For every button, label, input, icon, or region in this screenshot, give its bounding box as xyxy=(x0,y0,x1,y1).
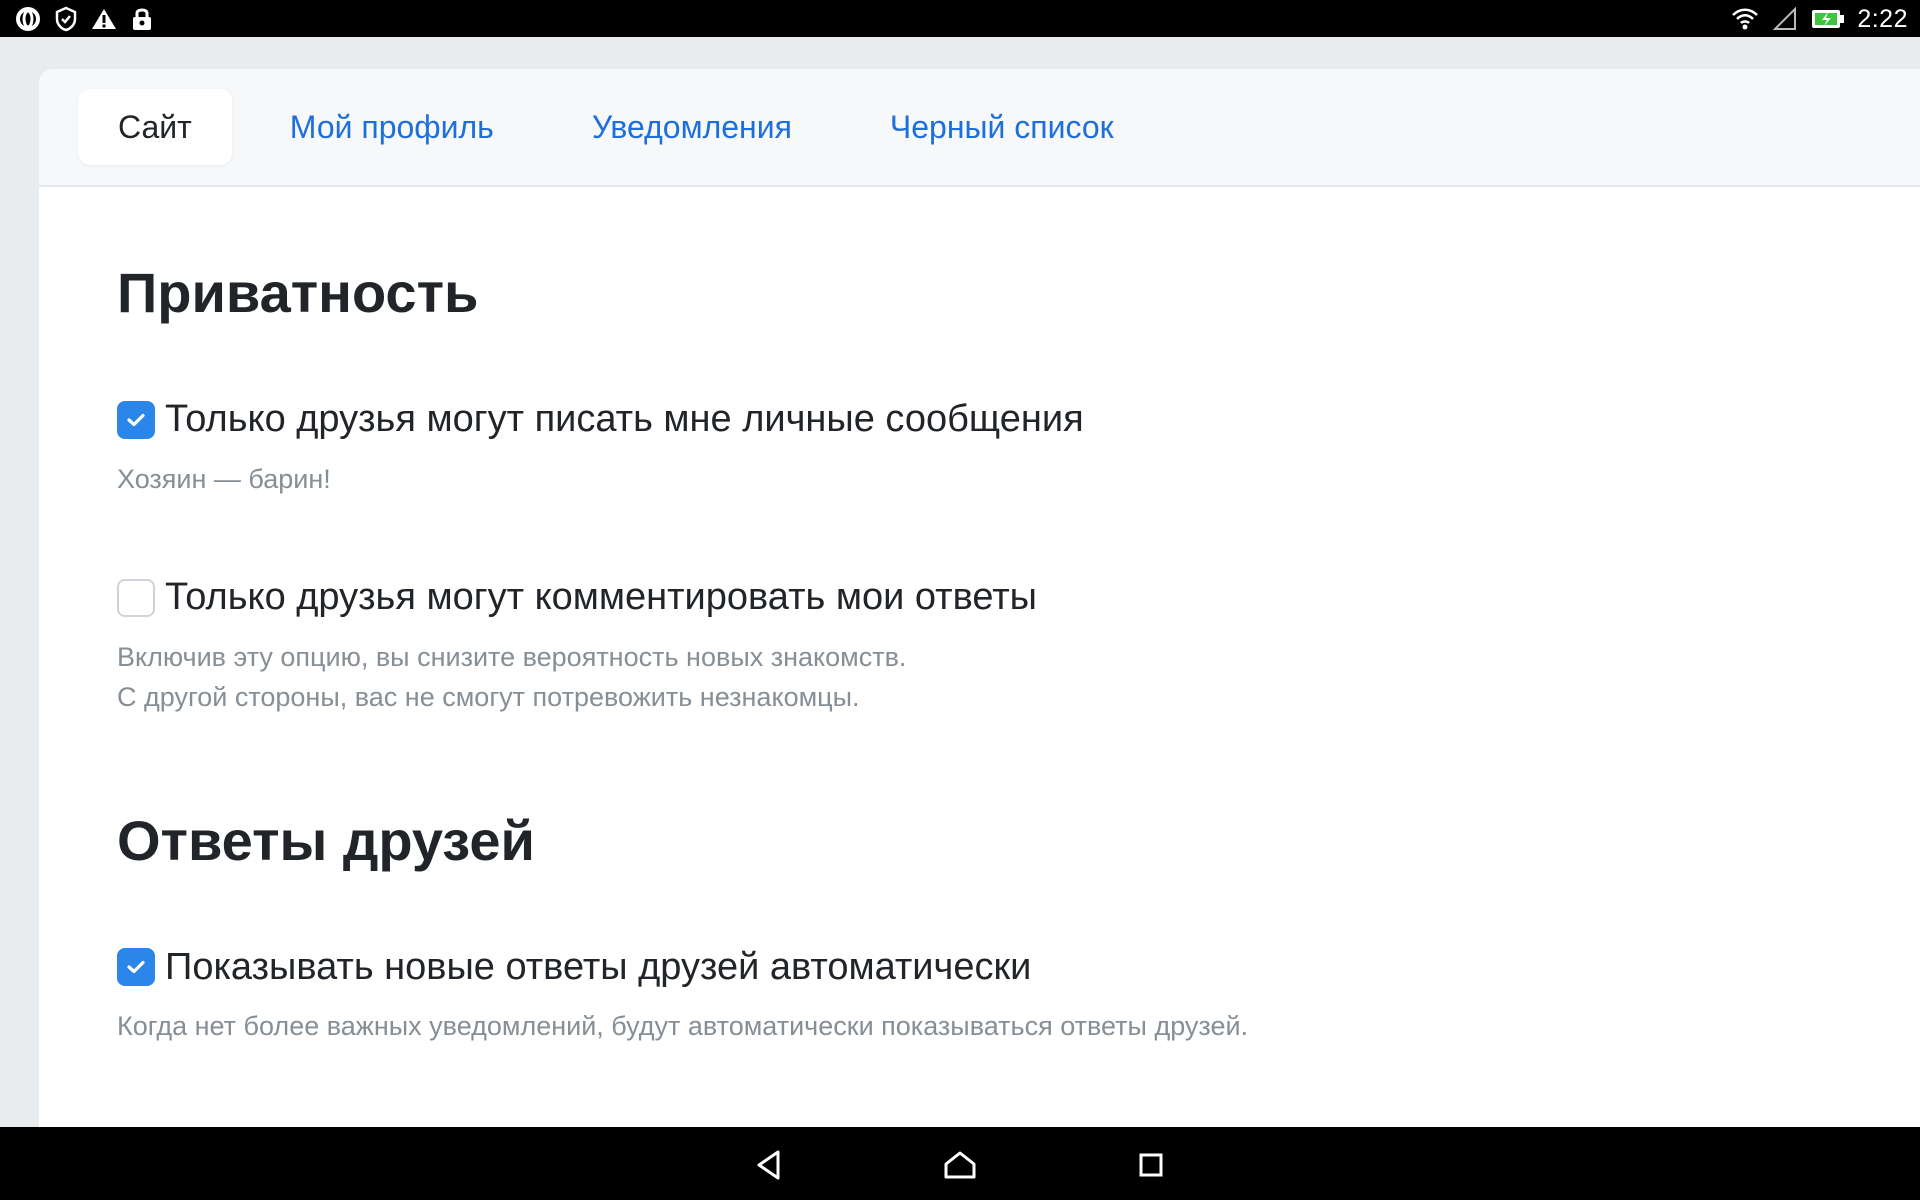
checkbox-friends-only-comments[interactable] xyxy=(117,578,155,617)
tab-notifications[interactable]: Уведомления xyxy=(552,89,832,165)
hint-line: Включив эту опцию, вы снизите вероятност… xyxy=(117,641,907,672)
section-friends-answers: Ответы друзей Показывать новые ответы др… xyxy=(117,808,1920,1047)
option-hint: Когда нет более важных уведомлений, буду… xyxy=(117,1006,1920,1046)
shield-check-icon xyxy=(52,5,80,33)
option-friends-only-messages: Только друзья могут писать мне личные со… xyxy=(117,398,1920,499)
status-time: 2:22 xyxy=(1857,4,1908,33)
lock-icon xyxy=(128,5,156,33)
checkbox-friends-only-messages[interactable] xyxy=(117,400,155,439)
settings-card: Сайт Мой профиль Уведомления Черный спис… xyxy=(39,69,1920,1127)
battery-charging-icon xyxy=(1811,5,1845,33)
checkbox-auto-show-friends-answers[interactable] xyxy=(117,948,155,987)
option-row: Только друзья могут комментировать мои о… xyxy=(117,576,1920,619)
section-title-friends-answers: Ответы друзей xyxy=(117,808,535,872)
signal-icon xyxy=(1771,5,1799,33)
navigation-bar xyxy=(0,1127,1920,1200)
hint-line: Хозяин — барин! xyxy=(117,463,331,494)
home-icon xyxy=(944,1151,976,1179)
option-row: Только друзья могут писать мне личные со… xyxy=(117,398,1920,441)
tab-my-profile[interactable]: Мой профиль xyxy=(250,89,534,165)
option-hint: Включив эту опцию, вы снизите вероятност… xyxy=(117,637,1920,717)
tab-blacklist[interactable]: Черный список xyxy=(850,89,1154,165)
hint-line: Когда нет более важных уведомлений, буду… xyxy=(117,1011,1249,1042)
wifi-icon xyxy=(1731,5,1759,33)
option-label[interactable]: Только друзья могут писать мне личные со… xyxy=(165,398,1084,441)
recents-button[interactable] xyxy=(1131,1145,1171,1185)
back-icon xyxy=(757,1150,780,1180)
recents-icon xyxy=(1139,1153,1163,1177)
status-icons-right: 2:22 xyxy=(1731,4,1908,34)
option-friends-only-comments: Только друзья могут комментировать мои о… xyxy=(117,576,1920,717)
opera-icon xyxy=(14,5,42,33)
option-hint: Хозяин — барин! xyxy=(117,459,1920,499)
hint-line: С другой стороны, вас не смогут потревож… xyxy=(117,681,860,712)
checkmark-icon xyxy=(127,961,145,974)
option-row: Показывать новые ответы друзей автоматич… xyxy=(117,946,1920,989)
tab-site[interactable]: Сайт xyxy=(78,89,232,165)
settings-tabs: Сайт Мой профиль Уведомления Черный спис… xyxy=(39,69,1920,187)
option-label[interactable]: Только друзья могут комментировать мои о… xyxy=(165,576,1037,619)
status-icons-left xyxy=(14,6,156,32)
settings-content: Приватность Только друзья могут писать м… xyxy=(39,187,1920,1046)
checkmark-icon xyxy=(127,413,145,426)
warning-icon xyxy=(90,5,118,33)
option-auto-show-friends-answers: Показывать новые ответы друзей автоматич… xyxy=(117,946,1920,1047)
status-bar: 2:22 xyxy=(0,0,1920,37)
section-title-privacy: Приватность xyxy=(117,261,479,324)
back-button[interactable] xyxy=(749,1145,789,1185)
home-button[interactable] xyxy=(940,1145,980,1185)
option-label[interactable]: Показывать новые ответы друзей автоматич… xyxy=(165,946,1031,989)
page-background: Сайт Мой профиль Уведомления Черный спис… xyxy=(0,37,1920,1127)
